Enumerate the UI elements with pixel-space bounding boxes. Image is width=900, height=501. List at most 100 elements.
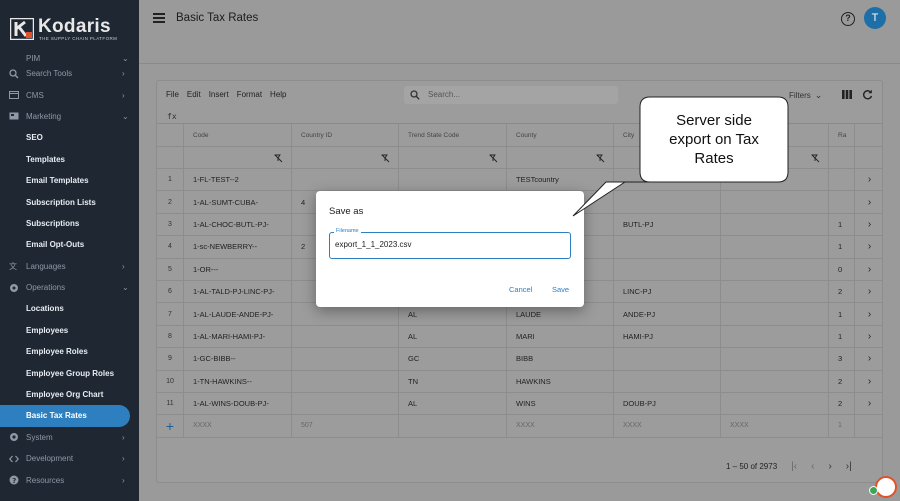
sidebar-item-resources[interactable]: ? Resources › (0, 469, 139, 490)
cell-county[interactable]: MARI (507, 325, 614, 348)
cell-code[interactable]: 1-AL-CHOC-BUTL-PJ- (184, 213, 292, 236)
table-row[interactable]: 10 1-TN-HAWKINS-- TN HAWKINS 2 › (157, 370, 882, 393)
sidebar-item-development[interactable]: Development › (0, 448, 139, 469)
row-open-chevron-icon[interactable]: › (855, 326, 882, 347)
row-open-chevron-icon[interactable]: › (855, 169, 882, 190)
column-header-country-id[interactable]: Country ID (292, 124, 399, 146)
row-open-chevron-icon[interactable]: › (855, 371, 882, 392)
cell-city[interactable] (614, 348, 721, 370)
save-button[interactable]: Save (552, 285, 569, 294)
sidebar-item-email-opt-outs[interactable]: Email Opt-Outs (0, 234, 139, 255)
filename-input[interactable] (335, 240, 563, 249)
cell-county[interactable]: WINS (507, 392, 614, 415)
new-row-county[interactable]: XXXX (507, 415, 614, 437)
row-open-chevron-icon[interactable]: › (855, 281, 882, 302)
sidebar-item-locations[interactable]: Locations (0, 298, 139, 319)
filter-clear-icon[interactable] (596, 154, 605, 163)
menu-help[interactable]: Help (270, 90, 286, 99)
cell-c6[interactable] (721, 213, 829, 236)
sidebar-item-employee-org-chart[interactable]: Employee Org Chart (0, 384, 139, 405)
cell-c6[interactable] (721, 258, 829, 280)
cell-country[interactable] (292, 348, 399, 370)
row-open-chevron-icon[interactable]: › (855, 393, 882, 414)
sidebar-item-employee-roles[interactable]: Employee Roles (0, 341, 139, 362)
new-row-country[interactable]: 507 (292, 415, 399, 437)
cell-city[interactable] (614, 236, 721, 258)
cell-code[interactable]: 1-GC-BIBB-- (184, 348, 292, 370)
sidebar-item-pim[interactable]: PIM ⌄ (0, 53, 139, 63)
cell-code[interactable]: 1-AL-SUMT-CUBA- (184, 191, 292, 213)
cell-city[interactable] (614, 191, 721, 213)
cell-c6[interactable] (721, 303, 829, 325)
cell-rate[interactable]: 2 (829, 392, 855, 415)
help-icon[interactable]: ? (841, 12, 855, 26)
row-open-chevron-icon[interactable]: › (855, 214, 882, 235)
table-row[interactable]: 9 1-GC-BIBB-- GC BIBB 3 › (157, 348, 882, 371)
menu-file[interactable]: File (166, 90, 179, 99)
cell-state[interactable] (399, 169, 507, 191)
cell-code[interactable]: 1-OR--- (184, 258, 292, 280)
sidebar-item-operations[interactable]: Operations ⌄ (0, 277, 139, 298)
cell-c6[interactable] (721, 236, 829, 258)
cell-city[interactable] (614, 258, 721, 280)
cell-c6[interactable] (721, 325, 829, 348)
table-row[interactable]: 8 1-AL-MARI-HAMI-PJ- AL MARI HAMI-PJ 1 › (157, 325, 882, 349)
cell-code[interactable]: 1-sc-NEWBERRY-- (184, 236, 292, 258)
sidebar-item-employee-group-roles[interactable]: Employee Group Roles (0, 362, 139, 383)
filter-cell[interactable] (292, 147, 399, 168)
sidebar-item-cms[interactable]: CMS › (0, 84, 139, 105)
cell-rate[interactable]: 0 (829, 258, 855, 280)
cell-rate[interactable]: 1 (829, 303, 855, 325)
sidebar-item-email-templates[interactable]: Email Templates (0, 170, 139, 191)
cell-c6[interactable] (721, 169, 829, 191)
sidebar-item-system[interactable]: System › (0, 427, 139, 448)
filter-clear-icon[interactable] (381, 154, 390, 163)
menu-edit[interactable]: Edit (187, 90, 201, 99)
filter-cell[interactable] (184, 147, 292, 168)
first-page-icon[interactable]: |‹ (791, 461, 797, 472)
row-open-chevron-icon[interactable]: › (855, 236, 882, 257)
row-open-chevron-icon[interactable]: › (855, 259, 882, 280)
sidebar-item-languages[interactable]: 文 Languages › (0, 256, 139, 277)
sidebar-item-subscription-lists[interactable]: Subscription Lists (0, 191, 139, 212)
user-avatar[interactable]: T (864, 7, 886, 29)
filter-clear-icon[interactable] (811, 154, 820, 163)
menu-insert[interactable]: Insert (209, 90, 229, 99)
cell-city[interactable]: BUTL-PJ (614, 213, 721, 236)
prev-page-icon[interactable]: ‹ (811, 461, 814, 472)
cell-code[interactable]: 1-TN-HAWKINS-- (184, 370, 292, 392)
cancel-button[interactable]: Cancel (509, 285, 532, 294)
new-row-state[interactable] (399, 415, 507, 437)
row-open-chevron-icon[interactable]: › (855, 348, 882, 369)
cell-city[interactable]: DOUB-PJ (614, 392, 721, 415)
table-row[interactable]: 1 1-FL-TEST--2 TESTcountry › (157, 169, 882, 192)
brand-logo[interactable]: Kodaris THE SUPPLY CHAIN PLATFORM (10, 16, 128, 44)
row-open-chevron-icon[interactable]: › (855, 191, 882, 212)
column-header-code[interactable]: Code (184, 124, 292, 146)
row-open-chevron-icon[interactable]: › (855, 303, 882, 324)
cell-rate[interactable]: 1 (829, 236, 855, 258)
cell-code[interactable]: 1-AL-MARI-HAMI-PJ- (184, 325, 292, 348)
table-row[interactable]: 11 1-AL-WINS-DOUB-PJ- AL WINS DOUB-PJ 2 › (157, 392, 882, 416)
cell-state[interactable]: GC (399, 348, 507, 370)
cell-rate[interactable] (829, 191, 855, 213)
cell-rate[interactable]: 2 (829, 370, 855, 392)
cell-code[interactable]: 1-AL-TALD-PJ-LINC-PJ- (184, 280, 292, 303)
menu-format[interactable]: Format (237, 90, 262, 99)
cell-rate[interactable]: 3 (829, 348, 855, 370)
cell-county[interactable]: TESTcountry (507, 169, 614, 191)
cell-city[interactable] (614, 370, 721, 392)
cell-c6[interactable] (721, 191, 829, 213)
new-row-code[interactable]: XXXX (184, 415, 292, 437)
new-row-rate[interactable]: 1 (829, 415, 855, 437)
chat-widget-icon[interactable] (875, 476, 897, 498)
cell-country[interactable] (292, 325, 399, 348)
cell-country[interactable] (292, 392, 399, 415)
cell-country[interactable] (292, 370, 399, 392)
refresh-icon[interactable] (862, 89, 873, 100)
filename-field[interactable]: Filename (329, 228, 571, 259)
grid-search-input[interactable]: Search... (404, 86, 618, 104)
cell-state[interactable]: AL (399, 325, 507, 348)
cell-city[interactable]: LINC-PJ (614, 280, 721, 303)
sidebar-item-search-tools[interactable]: Search Tools › (0, 63, 139, 84)
